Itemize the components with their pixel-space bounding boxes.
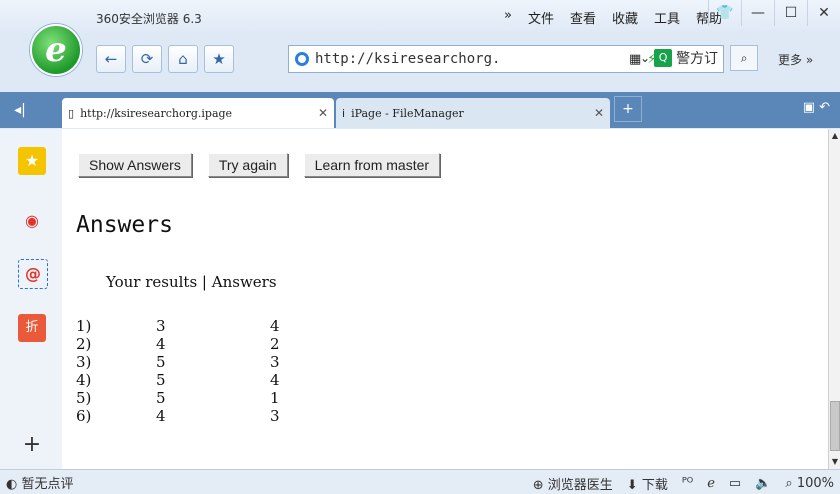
your-result: 4 bbox=[156, 407, 166, 425]
weibo-icon[interactable]: ◉ bbox=[18, 207, 46, 235]
your-result: 4 bbox=[156, 335, 166, 353]
scroll-thumb[interactable] bbox=[830, 401, 840, 451]
tab-close-button[interactable]: ✕ bbox=[594, 106, 604, 120]
action-buttons: Show Answers Try again Learn from master bbox=[78, 153, 441, 177]
skin-icon[interactable]: 👕 bbox=[708, 0, 741, 26]
results-header: Your results | Answers bbox=[106, 273, 277, 291]
new-tab-button[interactable]: + bbox=[614, 96, 642, 122]
page-icon: ▯ bbox=[68, 106, 75, 120]
zoom-level: 100% bbox=[796, 476, 834, 491]
tab-ksiresearch[interactable]: ▯ http://ksiresearchorg.ipage ✕ bbox=[62, 98, 334, 128]
row-number: 1) bbox=[76, 317, 92, 335]
row-number: 4) bbox=[76, 371, 92, 389]
refresh-button[interactable]: ⟳ bbox=[132, 45, 162, 73]
rating-label: 暂无点评 bbox=[21, 476, 74, 492]
maximize-button[interactable]: ☐ bbox=[774, 0, 807, 26]
menu-favorites[interactable]: 收藏 bbox=[604, 8, 646, 27]
tab-restore-icon[interactable]: ▣ ↶ bbox=[803, 100, 830, 115]
search-input[interactable]: 警方订 bbox=[676, 48, 728, 68]
your-result: 5 bbox=[156, 371, 166, 389]
status-tools: ⊕ 浏览器医生 ⬇ 下载 ᴾᴼ ℯ ▭ 🔈 ⌕ 100% bbox=[533, 474, 834, 493]
zoom-control[interactable]: ⌕ 100% bbox=[785, 476, 834, 491]
download-label: 下载 bbox=[641, 478, 668, 493]
row-number: 2) bbox=[76, 335, 92, 353]
menu-file[interactable]: 文件 bbox=[520, 8, 562, 27]
page-content: Show Answers Try again Learn from master… bbox=[62, 129, 828, 469]
browser-doctor-label: 浏览器医生 bbox=[547, 478, 613, 493]
page-title: Answers bbox=[76, 212, 173, 238]
row-number: 3) bbox=[76, 353, 92, 371]
star-icon[interactable]: ★ bbox=[18, 147, 46, 175]
answer: 2 bbox=[270, 335, 280, 353]
search-box: ⌄ Q 警方订 ⌕ bbox=[640, 45, 760, 71]
menu-tools[interactable]: 工具 bbox=[646, 8, 688, 27]
ie-mode-icon[interactable]: ℯ bbox=[707, 476, 715, 491]
home-button[interactable]: ⌂ bbox=[168, 45, 198, 73]
add-icon[interactable]: + bbox=[18, 431, 46, 459]
chevron-down-icon[interactable]: ⌄ bbox=[640, 51, 650, 65]
minimize-button[interactable]: — bbox=[741, 0, 774, 26]
your-result: 5 bbox=[156, 389, 166, 407]
window-icon[interactable]: ▭ bbox=[729, 476, 741, 491]
answer: 3 bbox=[270, 407, 280, 425]
window-controls: 👕 — ☐ ✕ bbox=[708, 0, 840, 26]
show-answers-button[interactable]: Show Answers bbox=[78, 153, 192, 177]
answer: 4 bbox=[270, 371, 280, 389]
your-result: 3 bbox=[156, 317, 166, 335]
search-engine-icon[interactable]: Q bbox=[654, 49, 673, 67]
sidebar: ★ ◉ @ 折 + bbox=[0, 129, 63, 469]
back-button[interactable]: ← bbox=[96, 45, 126, 73]
rating-status[interactable]: ◐ 暂无点评 bbox=[6, 473, 74, 492]
discount-icon[interactable]: 折 bbox=[18, 314, 46, 342]
try-again-button[interactable]: Try again bbox=[207, 153, 288, 177]
answer: 1 bbox=[270, 389, 280, 407]
row-number: 6) bbox=[76, 407, 92, 425]
address-input[interactable]: http://ksiresearchorg. bbox=[315, 51, 625, 67]
favorite-button[interactable]: ★ bbox=[204, 45, 234, 73]
title-bar: 360安全浏览器 6.3 » 文件 查看 收藏 工具 帮助 👕 — ☐ ✕ bbox=[0, 0, 840, 34]
tab-bar: ◂| ▯ http://ksiresearchorg.ipage ✕ i iPa… bbox=[0, 92, 840, 128]
tab-label: http://ksiresearchorg.ipage bbox=[80, 106, 233, 120]
menu-view[interactable]: 查看 bbox=[562, 8, 604, 27]
answer: 4 bbox=[270, 317, 280, 335]
tab-filemanager[interactable]: i iPage - FileManager ✕ bbox=[336, 98, 610, 128]
answer: 3 bbox=[270, 353, 280, 371]
scroll-up-icon[interactable]: ▲ bbox=[829, 129, 840, 143]
download-button[interactable]: ⬇ 下载 bbox=[627, 474, 668, 493]
row-number: 5) bbox=[76, 389, 92, 407]
close-button[interactable]: ✕ bbox=[807, 0, 840, 26]
nav-toolbar: ← ⟳ ⌂ ★ bbox=[96, 44, 240, 74]
vertical-scrollbar[interactable]: ▲ ▼ bbox=[828, 129, 840, 469]
site-security-icon bbox=[295, 52, 309, 66]
proxy-icon[interactable]: ᴾᴼ bbox=[682, 476, 693, 491]
ipage-icon: i bbox=[342, 106, 346, 120]
your-result: 5 bbox=[156, 353, 166, 371]
browser-doctor-button[interactable]: ⊕ 浏览器医生 bbox=[533, 474, 613, 493]
menu-bar: » 文件 查看 收藏 工具 帮助 bbox=[496, 8, 730, 27]
learn-from-master-button[interactable]: Learn from master bbox=[303, 153, 441, 177]
tab-close-button[interactable]: ✕ bbox=[318, 106, 328, 120]
more-button[interactable]: 更多 » bbox=[778, 51, 813, 68]
tab-label: iPage - FileManager bbox=[351, 106, 464, 120]
status-bar: ◐ 暂无点评 ⊕ 浏览器医生 ⬇ 下载 ᴾᴼ ℯ ▭ 🔈 ⌕ 100% bbox=[0, 469, 840, 494]
volume-icon[interactable]: 🔈 bbox=[755, 476, 771, 491]
app-title: 360安全浏览器 6.3 bbox=[96, 12, 202, 26]
menu-expand[interactable]: » bbox=[496, 8, 520, 27]
scroll-down-icon[interactable]: ▼ bbox=[829, 455, 840, 469]
search-button[interactable]: ⌕ bbox=[730, 45, 759, 71]
browser-logo-icon[interactable]: e bbox=[30, 24, 82, 76]
mail-icon[interactable]: @ bbox=[18, 259, 48, 289]
tab-back-icon[interactable]: ◂| bbox=[0, 92, 40, 128]
